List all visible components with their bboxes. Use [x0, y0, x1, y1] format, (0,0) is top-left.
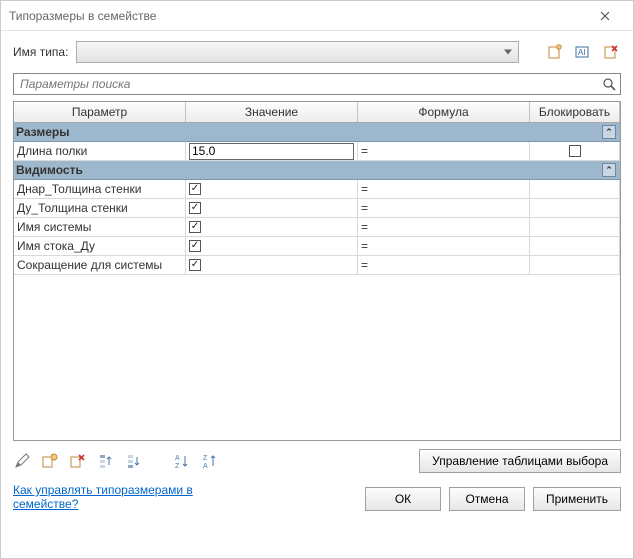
help-link-text: Как управлять типоразмерами в семействе? — [13, 483, 193, 511]
group-title: Размеры — [16, 125, 602, 139]
pencil-icon[interactable] — [13, 452, 31, 470]
table-row: Имя стока_Ду = — [14, 237, 620, 256]
delete-type-icon[interactable] — [601, 42, 621, 62]
lock-cell[interactable] — [530, 142, 620, 160]
col-header-parameter[interactable]: Параметр — [14, 102, 186, 122]
parameters-table: Параметр Значение Формула Блокировать Ра… — [13, 101, 621, 441]
group-title: Видимость — [16, 163, 602, 177]
col-header-lock[interactable]: Блокировать — [530, 102, 620, 122]
svg-text:Z: Z — [203, 455, 208, 462]
svg-text:Z: Z — [175, 463, 180, 469]
param-cell[interactable]: Имя стока_Ду — [14, 237, 186, 255]
new-type-icon[interactable] — [545, 42, 565, 62]
help-link[interactable]: Как управлять типоразмерами в семействе? — [13, 483, 213, 511]
param-cell[interactable]: Имя системы — [14, 218, 186, 236]
sort-desc-icon[interactable]: ZA — [201, 452, 219, 470]
value-cell[interactable] — [186, 256, 358, 274]
svg-text:AI: AI — [578, 48, 586, 57]
value-checkbox[interactable] — [189, 240, 201, 252]
collapse-icon[interactable]: ⌃ — [602, 163, 616, 177]
window-title: Типоразмеры в семействе — [9, 9, 585, 23]
sort-asc-icon[interactable]: AZ — [173, 452, 191, 470]
table-header: Параметр Значение Формула Блокировать — [14, 102, 620, 123]
formula-cell[interactable]: = — [358, 237, 530, 255]
value-checkbox[interactable] — [189, 221, 201, 233]
formula-cell[interactable]: = — [358, 256, 530, 274]
type-name-label: Имя типа: — [13, 45, 68, 59]
table-row: Длина полки = — [14, 142, 620, 161]
move-up-icon[interactable] — [97, 452, 115, 470]
move-down-icon[interactable] — [125, 452, 143, 470]
group-header[interactable]: Видимость⌃ — [14, 161, 620, 180]
col-header-value[interactable]: Значение — [186, 102, 358, 122]
search-row — [13, 73, 621, 95]
param-cell[interactable]: Днар_Толщина стенки — [14, 180, 186, 198]
value-input[interactable] — [189, 143, 354, 160]
apply-button[interactable]: Применить — [533, 487, 621, 511]
param-cell[interactable]: Длина полки — [14, 142, 186, 160]
svg-text:A: A — [175, 455, 180, 462]
type-name-combo[interactable] — [76, 41, 519, 63]
lookup-tables-button[interactable]: Управление таблицами выбора — [419, 449, 621, 473]
rename-type-icon[interactable]: AI — [573, 42, 593, 62]
search-input[interactable] — [18, 76, 600, 92]
svg-text:A: A — [203, 463, 208, 469]
table-row: Ду_Толщина стенки = — [14, 199, 620, 218]
collapse-icon[interactable]: ⌃ — [602, 125, 616, 139]
value-cell[interactable] — [186, 180, 358, 198]
formula-cell[interactable]: = — [358, 199, 530, 217]
param-cell[interactable]: Ду_Толщина стенки — [14, 199, 186, 217]
param-cell[interactable]: Сокращение для системы — [14, 256, 186, 274]
lock-cell[interactable] — [530, 180, 620, 198]
lock-cell[interactable] — [530, 237, 620, 255]
value-cell[interactable] — [186, 237, 358, 255]
value-cell[interactable] — [186, 218, 358, 236]
type-name-row: Имя типа: AI — [13, 41, 621, 63]
bottom-toolbar: AZ ZA Управление таблицами выбора — [13, 449, 621, 473]
lock-cell[interactable] — [530, 256, 620, 274]
ok-button[interactable]: ОК — [365, 487, 441, 511]
formula-cell[interactable]: = — [358, 218, 530, 236]
formula-cell[interactable]: = — [358, 142, 530, 160]
search-icon[interactable] — [600, 75, 618, 93]
table-row: Сокращение для системы = — [14, 256, 620, 275]
col-header-formula[interactable]: Формула — [358, 102, 530, 122]
table-row: Днар_Толщина стенки = — [14, 180, 620, 199]
value-cell[interactable] — [186, 142, 358, 160]
lock-cell[interactable] — [530, 199, 620, 217]
value-checkbox[interactable] — [189, 183, 201, 195]
group-header[interactable]: Размеры⌃ — [14, 123, 620, 142]
lock-cell[interactable] — [530, 218, 620, 236]
delete-param-icon[interactable] — [69, 452, 87, 470]
cancel-button[interactable]: Отмена — [449, 487, 525, 511]
titlebar: Типоразмеры в семействе — [1, 1, 633, 31]
table-body: Размеры⌃Длина полки=Видимость⌃Днар_Толщи… — [14, 123, 620, 440]
lock-checkbox[interactable] — [569, 145, 581, 157]
value-checkbox[interactable] — [189, 202, 201, 214]
new-param-icon[interactable] — [41, 452, 59, 470]
table-row: Имя системы = — [14, 218, 620, 237]
value-checkbox[interactable] — [189, 259, 201, 271]
close-button[interactable] — [585, 2, 625, 30]
formula-cell[interactable]: = — [358, 180, 530, 198]
value-cell[interactable] — [186, 199, 358, 217]
